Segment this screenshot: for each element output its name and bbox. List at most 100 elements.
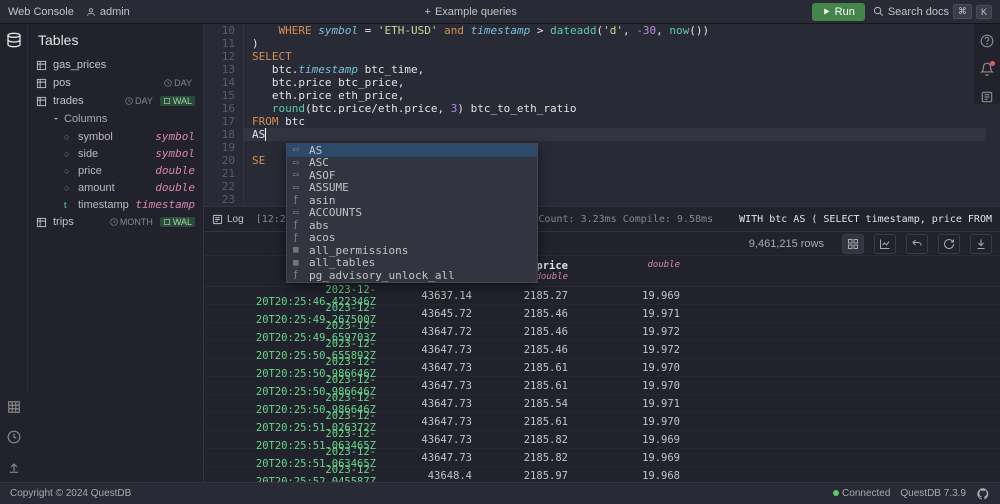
plus-icon: + <box>425 6 431 18</box>
table-item-pos[interactable]: pos DAY <box>28 74 203 92</box>
column-name: amount <box>78 182 115 194</box>
chevron-down-icon <box>52 115 60 123</box>
autocomplete-item[interactable]: ƒpg_advisory_unlock_all <box>287 269 537 282</box>
table-cell: 2185.82 <box>480 430 576 450</box>
results-table[interactable]: btc_timetimestampbtc_pricedoubleeth_pric… <box>204 256 1000 492</box>
autocomplete-item[interactable]: ƒabs <box>287 219 537 232</box>
column-type: timestamp <box>135 198 195 211</box>
search-docs-label: Search docs <box>888 6 949 18</box>
table-icon <box>36 96 47 107</box>
table-icon <box>36 60 47 71</box>
grid-view-button[interactable] <box>842 234 864 254</box>
column-type-icon: ○ <box>64 132 72 142</box>
column-type-icon: t <box>64 200 72 210</box>
table-cell: 19.969 <box>576 448 688 468</box>
table-cell: 2185.27 <box>480 286 576 306</box>
download-button[interactable] <box>970 234 992 254</box>
ac-label: all_permissions <box>309 244 408 257</box>
search-docs[interactable]: Search docs ⌘ K <box>873 4 992 19</box>
help-icon[interactable] <box>980 34 994 48</box>
notification-dot <box>990 61 995 66</box>
ac-kind-icon: ▭ <box>293 145 303 155</box>
table-cell: 43647.73 <box>384 394 480 414</box>
ac-kind-icon: ▦ <box>293 245 303 255</box>
autocomplete-item[interactable]: ƒacos <box>287 232 537 245</box>
ac-kind-icon: ƒ <box>293 270 303 280</box>
table-item-trades[interactable]: trades DAY WAL <box>28 92 203 110</box>
table-item-gas_prices[interactable]: gas_prices <box>28 56 203 74</box>
column-name: timestamp <box>78 199 129 211</box>
connection-status: Connected <box>833 488 890 499</box>
notifications-icon[interactable] <box>980 62 994 76</box>
column-item-timestamp[interactable]: t timestamp timestamp <box>28 196 203 213</box>
badge-day: DAY <box>122 96 156 106</box>
log-label: Log <box>227 214 244 225</box>
console-label[interactable]: Web Console <box>8 6 74 18</box>
ac-kind-icon: ▭ <box>293 183 303 193</box>
ac-label: ASOF <box>309 169 336 182</box>
ac-label: AS <box>309 144 322 157</box>
autocomplete-item[interactable]: ▭ASC <box>287 157 537 170</box>
back-button[interactable] <box>906 234 928 254</box>
table-cell: 43647.73 <box>384 430 480 450</box>
footer: Copyright © 2024 QuestDB Connected Quest… <box>0 482 1000 504</box>
example-queries-button[interactable]: + Example queries <box>425 6 517 18</box>
autocomplete-item[interactable]: ▭ ASOF <box>287 169 537 182</box>
run-label: Run <box>835 6 855 18</box>
kbd-k: K <box>976 5 992 19</box>
clock-icon[interactable] <box>7 430 21 444</box>
table-cell: 2185.82 <box>480 448 576 468</box>
autocomplete-item[interactable]: ▦ all_permissions <box>287 244 537 257</box>
github-icon[interactable] <box>976 487 990 501</box>
column-item-price[interactable]: ○pricedouble <box>28 162 203 179</box>
log-timestamp: [12:2 <box>256 214 286 225</box>
table-cell: 2185.61 <box>480 376 576 396</box>
column-name: symbol <box>78 131 113 143</box>
autocomplete-item[interactable]: ▭ACCOUNTS <box>287 207 537 220</box>
table-cell: 2185.46 <box>480 340 576 360</box>
table-cell: 19.969 <box>576 286 688 306</box>
column-type: symbol <box>155 130 195 143</box>
version-label[interactable]: QuestDB 7.3.9 <box>900 488 966 499</box>
column-type-icon: ○ <box>64 183 72 193</box>
autocomplete-item[interactable]: ▦all_tables <box>287 257 537 270</box>
column-type-icon: ○ <box>64 166 72 176</box>
column-header-col3[interactable]: double <box>576 256 688 286</box>
log-icon <box>212 214 223 225</box>
table-cell: 2185.61 <box>480 412 576 432</box>
chart-view-button[interactable] <box>874 234 896 254</box>
refresh-button[interactable] <box>938 234 960 254</box>
autocomplete-item[interactable]: ▭ AS <box>287 144 537 157</box>
table-icon[interactable] <box>7 400 21 414</box>
table-cell: 43647.73 <box>384 448 480 468</box>
column-type: double <box>155 164 195 177</box>
ac-label: ASSUME <box>309 181 349 194</box>
column-item-side[interactable]: ○sidesymbol <box>28 145 203 162</box>
ac-label: abs <box>309 219 329 232</box>
run-button[interactable]: Run <box>812 3 865 21</box>
table-cell: 19.970 <box>576 358 688 378</box>
ac-label: asin <box>309 194 336 207</box>
log-tab[interactable]: Log <box>212 214 244 225</box>
column-item-amount[interactable]: ○amountdouble <box>28 179 203 196</box>
database-icon[interactable] <box>6 32 22 48</box>
autocomplete-popup[interactable]: ▭AS▭ASC▭ASOF▭ASSUMEƒasin▭ACCOUNTSƒabsƒac… <box>286 143 538 283</box>
column-item-symbol[interactable]: ○ symbol symbol <box>28 128 203 145</box>
status-label: Connected <box>842 488 890 499</box>
ac-kind-icon: ▭ <box>293 158 303 168</box>
table-name: trades <box>53 95 84 107</box>
autocomplete-item[interactable]: ▭ ASSUME <box>287 182 537 195</box>
autocomplete-item[interactable]: ƒasin <box>287 194 537 207</box>
ac-kind-icon: ƒ <box>293 233 303 243</box>
table-cell: 43647.73 <box>384 376 480 396</box>
news-icon[interactable] <box>980 90 994 104</box>
table-cell: 2185.46 <box>480 322 576 342</box>
user-menu[interactable]: admin <box>86 6 130 18</box>
table-item-trips[interactable]: trips MONTH WAL <box>28 213 203 231</box>
ac-kind-icon: ▭ <box>293 170 303 180</box>
table-name: trips <box>53 216 74 228</box>
upload-icon[interactable] <box>7 460 21 474</box>
columns-header[interactable]: Columns <box>28 110 203 128</box>
row-count: 9,461,215 rows <box>749 238 824 250</box>
ac-kind-icon: ƒ <box>293 195 303 205</box>
